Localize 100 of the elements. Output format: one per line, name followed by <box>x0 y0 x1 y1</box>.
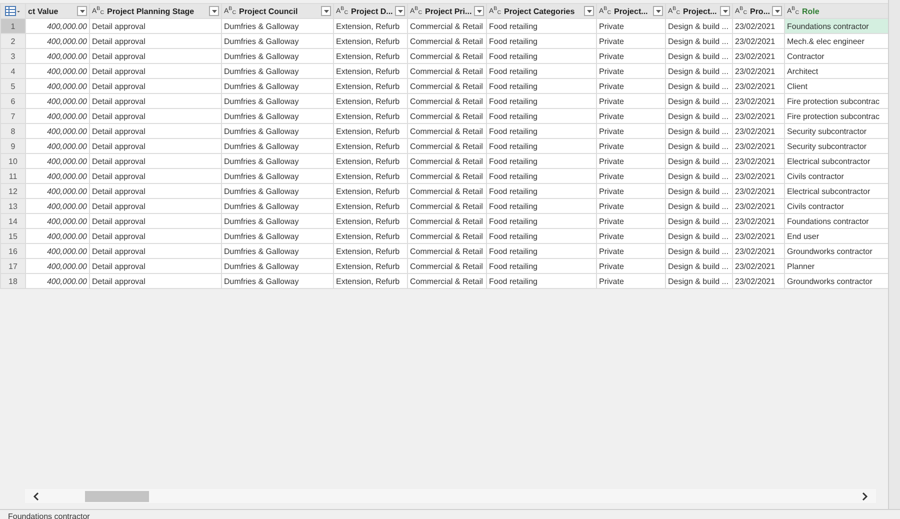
row-number[interactable]: 11 <box>0 168 26 184</box>
table-cell: Dumfries & Galloway <box>222 34 334 48</box>
table-cell: Detail approval <box>90 198 222 214</box>
horizontal-scrollbar[interactable] <box>25 489 876 503</box>
table-cell: Private <box>596 138 666 154</box>
table-cell: Extension, Refurb <box>334 18 408 34</box>
table-cell: Private <box>596 258 666 274</box>
row-number[interactable]: 4 <box>0 64 26 78</box>
table-cell: Design & build ... <box>666 78 732 94</box>
table-cell: Commercial & Retail <box>408 64 486 78</box>
row-number[interactable]: 15 <box>0 228 26 244</box>
filter-dropdown-button[interactable] <box>474 6 484 16</box>
table-cell: Commercial & Retail <box>408 48 486 64</box>
table-cell: 23/02/2021 <box>732 198 784 214</box>
table-cell: Food retailing <box>486 48 596 64</box>
table-cell: 23/02/2021 <box>732 258 784 274</box>
table-cell: 400,000.00 <box>26 64 90 78</box>
table-menu-icon[interactable] <box>5 6 21 16</box>
scroll-right-icon[interactable] <box>862 492 868 500</box>
filter-dropdown-button[interactable] <box>209 6 219 16</box>
caret-icon <box>656 10 660 12</box>
table-cell: Food retailing <box>486 124 596 138</box>
table-cell: Food retailing <box>486 18 596 34</box>
table-cell: 400,000.00 <box>26 214 90 228</box>
filter-dropdown-button[interactable] <box>653 6 663 16</box>
filter-dropdown-button[interactable] <box>77 6 87 16</box>
caret-icon <box>774 10 780 12</box>
table-cell: Food retailing <box>486 184 596 198</box>
table-cell: 400,000.00 <box>26 94 90 108</box>
scroll-left-icon[interactable] <box>33 492 39 500</box>
row-number[interactable]: 6 <box>0 94 26 108</box>
table-cell: Design & build ... <box>666 138 732 154</box>
table-cell: Commercial & Retail <box>408 18 486 34</box>
table-cell: Food retailing <box>486 34 596 48</box>
filter-dropdown-button[interactable] <box>772 6 782 16</box>
table-cell: Dumfries & Galloway <box>222 228 334 244</box>
scrollbar-thumb[interactable] <box>85 490 149 502</box>
row-number[interactable]: 5 <box>0 78 26 94</box>
caret-icon <box>324 10 328 12</box>
table-cell: Design & build ... <box>666 274 732 288</box>
row-number[interactable]: 2 <box>0 34 26 48</box>
table-cell: Design & build ... <box>666 48 732 64</box>
table-cell: Dumfries & Galloway <box>222 244 334 258</box>
table-cell: Dumfries & Galloway <box>222 94 334 108</box>
filter-dropdown-button[interactable] <box>395 6 405 16</box>
column-header[interactable]: ct Value <box>26 4 90 18</box>
table-cell: Detail approval <box>90 124 222 138</box>
table-cell: Detail approval <box>90 228 222 244</box>
table-cell: Extension, Refurb <box>334 154 408 168</box>
table-cell: 23/02/2021 <box>732 124 784 138</box>
table-cell: Food retailing <box>486 258 596 274</box>
table-cell: 400,000.00 <box>26 244 90 258</box>
table-cell: Commercial & Retail <box>408 94 486 108</box>
table-cell: Design & build ... <box>666 214 732 228</box>
vertical-scrollbar[interactable] <box>888 0 900 509</box>
table-cell: Dumfries & Galloway <box>222 198 334 214</box>
table-cell: Dumfries & Galloway <box>222 64 334 78</box>
table-cell: Extension, Refurb <box>334 274 408 288</box>
row-number[interactable]: 1 <box>0 18 26 34</box>
row-number[interactable]: 12 <box>0 184 26 198</box>
table-cell: Commercial & Retail <box>408 274 486 288</box>
caret-icon <box>722 10 728 12</box>
table-cell: 400,000.00 <box>26 168 90 184</box>
table-cell: 23/02/2021 <box>732 184 784 198</box>
table-cell: 23/02/2021 <box>732 244 784 258</box>
status-text: Foundations contractor <box>0 509 900 519</box>
table-cell: Food retailing <box>486 168 596 184</box>
table-cell: Design & build ... <box>666 64 732 78</box>
table-cell: Detail approval <box>90 108 222 124</box>
filter-dropdown-button[interactable] <box>321 6 331 16</box>
table-cell: Detail approval <box>90 64 222 78</box>
table-cell: Design & build ... <box>666 154 732 168</box>
table-cell: Private <box>596 108 666 124</box>
row-number[interactable]: 7 <box>0 108 26 124</box>
table-cell: Detail approval <box>90 78 222 94</box>
table-cell: Commercial & Retail <box>408 244 486 258</box>
table-cell: Extension, Refurb <box>334 184 408 198</box>
table-cell: Commercial & Retail <box>408 124 486 138</box>
row-number[interactable]: 16 <box>0 244 26 258</box>
row-number[interactable]: 3 <box>0 48 26 64</box>
table-cell: Detail approval <box>90 274 222 288</box>
table-cell: Foundations contractor <box>784 18 888 34</box>
table-cell: 400,000.00 <box>26 274 90 288</box>
table-cell: Design & build ... <box>666 124 732 138</box>
row-number[interactable]: 10 <box>0 154 26 168</box>
filter-dropdown-button[interactable] <box>720 6 730 16</box>
row-number[interactable]: 13 <box>0 198 26 214</box>
row-number[interactable]: 9 <box>0 138 26 154</box>
table-cell: Commercial & Retail <box>408 138 486 154</box>
row-number[interactable]: 8 <box>0 124 26 138</box>
row-number[interactable]: 14 <box>0 214 26 228</box>
row-number[interactable]: 18 <box>0 274 26 288</box>
table-cell: 400,000.00 <box>26 154 90 168</box>
table-cell: 400,000.00 <box>26 124 90 138</box>
table-cell: Private <box>596 34 666 48</box>
filter-dropdown-button[interactable] <box>584 6 594 16</box>
table-cell: Extension, Refurb <box>334 198 408 214</box>
row-number[interactable]: 17 <box>0 258 26 274</box>
table-cell: Private <box>596 48 666 64</box>
table-cell: Food retailing <box>486 64 596 78</box>
